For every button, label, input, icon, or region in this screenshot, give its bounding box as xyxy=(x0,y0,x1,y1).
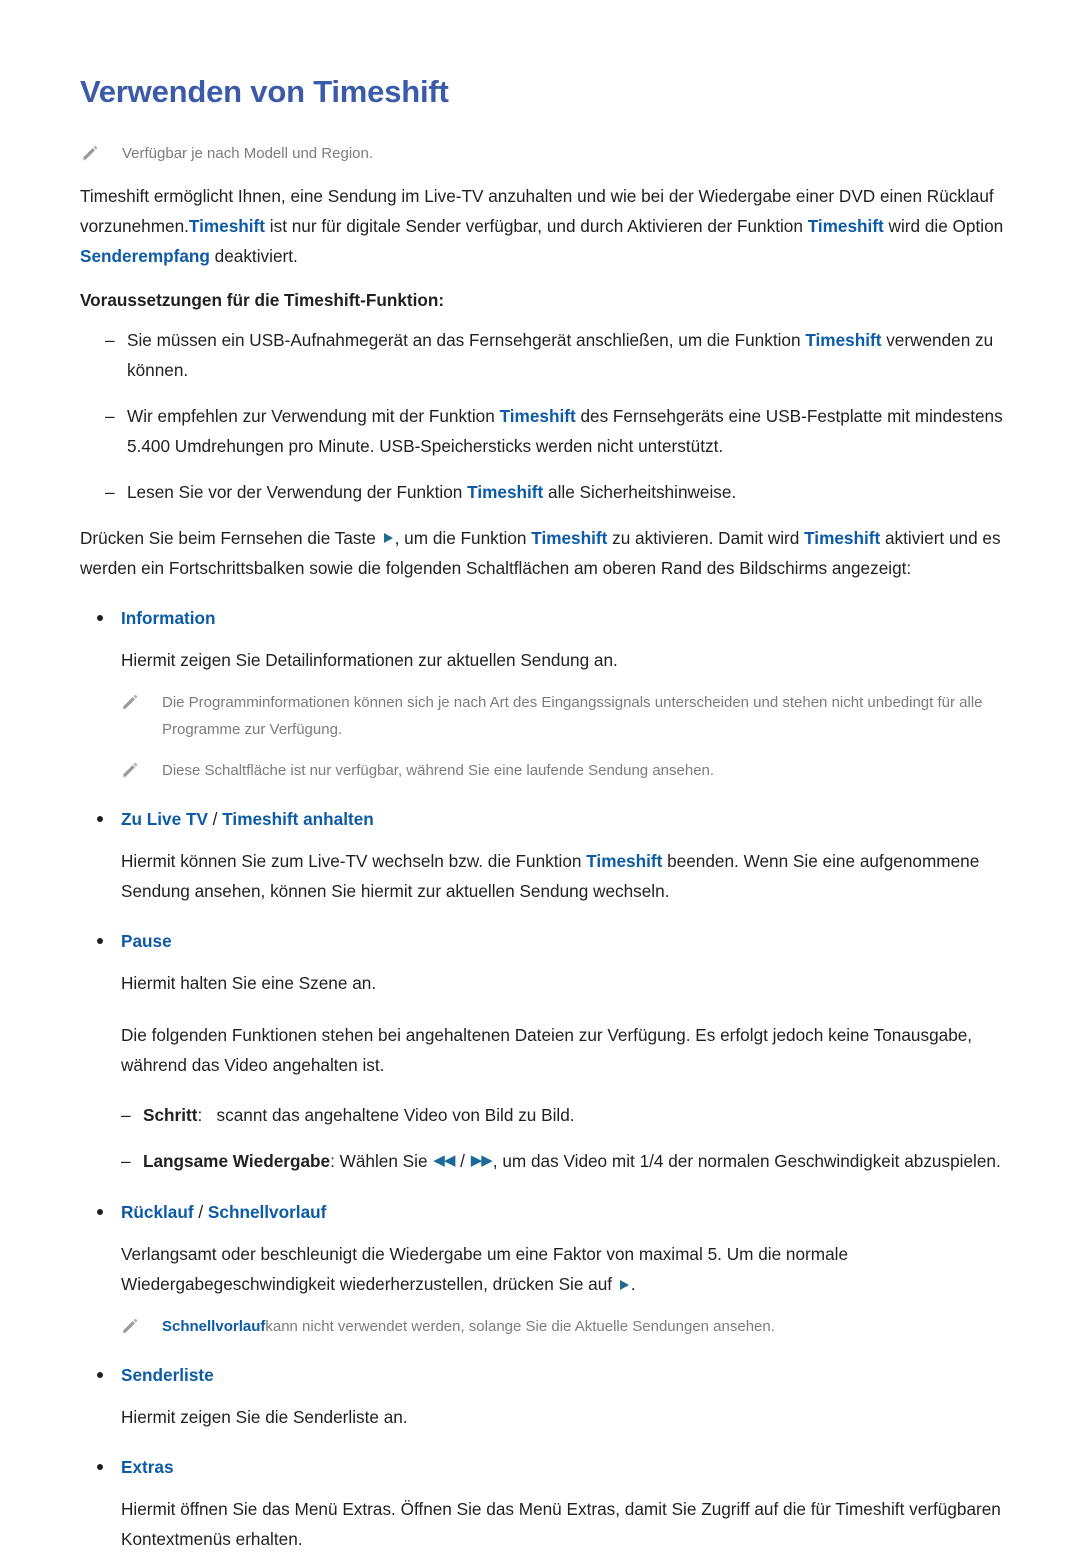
fast-forward-icon: ▶▶ xyxy=(470,1152,493,1170)
pause-subitem-schritt: – Schritt: scannt das angehaltene Video … xyxy=(80,1100,1028,1130)
section-label-senderliste: Senderliste xyxy=(121,1365,214,1386)
langsame-wiedergabe-label: Langsame Wiedergabe xyxy=(143,1150,331,1171)
activation-text-c: zu aktivieren. Damit wird xyxy=(607,527,805,548)
requirement-item-2: – Wir empfehlen zur Verwendung mit der F… xyxy=(80,401,1028,461)
zu-live-tv-body: Hiermit können Sie zum Live-TV wechseln … xyxy=(121,846,1028,906)
label-separator: / xyxy=(193,1202,208,1223)
section-heading-senderliste: Senderliste xyxy=(80,1360,1028,1390)
section-heading-pause: Pause xyxy=(80,926,1028,956)
ruecklauf-text-b: . xyxy=(630,1274,636,1295)
dash-marker: – xyxy=(121,1104,131,1125)
req3-b: alle Sicherheitshinweise. xyxy=(543,481,737,502)
section-heading-zu-live-tv: Zu Live TV / Timeshift anhalten xyxy=(80,804,1028,834)
term-senderempfang: Senderempfang xyxy=(80,245,210,266)
pause-subitem-langsame-wiedergabe-text: Langsame Wiedergabe: Wählen Sie ◀◀ / ▶▶,… xyxy=(143,1146,1001,1177)
dash-marker: – xyxy=(121,1150,131,1171)
section-heading-information: Information xyxy=(80,603,1028,633)
schritt-colon: : xyxy=(197,1104,203,1125)
req3-a: Lesen Sie vor der Verwendung der Funktio… xyxy=(127,481,468,502)
intro-paragraph: Timeshift ermöglicht Ihnen, eine Sendung… xyxy=(80,181,1028,271)
langsame-text-a: Wählen Sie xyxy=(334,1150,433,1171)
bullet-marker xyxy=(97,1197,121,1227)
pause-body-1: Hiermit halten Sie eine Szene an. xyxy=(121,972,377,993)
intro-text-b: ist nur für digitale Sender verfügbar, u… xyxy=(265,215,808,236)
term-timeshift: Timeshift xyxy=(467,481,544,502)
dash-marker: – xyxy=(105,405,115,426)
label-ruecklauf: Rücklauf xyxy=(121,1202,194,1223)
note-information-2: Diese Schaltfläche ist nur verfügbar, wä… xyxy=(120,757,1028,784)
term-timeshift: Timeshift xyxy=(188,215,266,236)
dash-marker: – xyxy=(105,481,115,502)
section-heading-extras: Extras xyxy=(80,1452,1028,1482)
section-label-pause: Pause xyxy=(121,930,172,951)
requirement-item-1: – Sie müssen ein USB-Aufnahmegerät an da… xyxy=(80,325,1028,385)
information-body: Hiermit zeigen Sie Detailinformationen z… xyxy=(121,649,618,670)
langsame-text-b: , um das Video mit 1/4 der normalen Gesc… xyxy=(492,1150,1001,1171)
section-heading-ruecklauf: Rücklauf / Schnellvorlauf xyxy=(80,1197,1028,1227)
term-timeshift: Timeshift xyxy=(531,527,608,548)
label-zu-live-tv: Zu Live TV xyxy=(121,808,208,829)
requirements-heading: Voraussetzungen für die Timeshift-Funkti… xyxy=(80,289,445,310)
note-availability: Verfügbar je nach Modell und Region. xyxy=(80,140,1028,167)
play-icon xyxy=(619,1279,629,1290)
schritt-label: Schritt xyxy=(143,1104,198,1125)
pause-subitem-schritt-text: Schritt: scannt das angehaltene Video vo… xyxy=(143,1100,575,1130)
section-label-zu-live-tv: Zu Live TV / Timeshift anhalten xyxy=(121,804,374,834)
senderliste-body: Hiermit zeigen Sie die Senderliste an. xyxy=(121,1407,408,1428)
note-schnellvorlauf: Schnellvorlaufkann nicht verwendet werde… xyxy=(120,1313,1028,1340)
bullet-marker xyxy=(97,804,121,834)
label-timeshift-anhalten: Timeshift anhalten xyxy=(222,808,374,829)
zu-live-tv-text-a: Hiermit können Sie zum Live-TV wechseln … xyxy=(121,850,587,871)
pencil-icon xyxy=(120,1313,148,1336)
requirement-item-3-text: Lesen Sie vor der Verwendung der Funktio… xyxy=(127,477,736,507)
activation-paragraph: Drücken Sie beim Fernsehen die Taste , u… xyxy=(80,523,1028,583)
intro-text-d: deaktiviert. xyxy=(209,245,298,266)
pencil-icon xyxy=(120,689,148,712)
activation-text-a: Drücken Sie beim Fernsehen die Taste xyxy=(80,527,381,548)
requirement-item-3: – Lesen Sie vor der Verwendung der Funkt… xyxy=(80,477,1028,507)
pause-body-2: Die folgenden Funktionen stehen bei ange… xyxy=(121,1024,973,1075)
bullet-marker xyxy=(97,926,121,956)
pencil-icon xyxy=(80,140,108,163)
rewind-icon: ◀◀ xyxy=(433,1152,455,1170)
label-separator: / xyxy=(207,808,223,829)
note-schnellvorlauf-rest: kann nicht verwendet werden, solange Sie… xyxy=(265,1318,775,1336)
requirement-item-1-text: Sie müssen ein USB-Aufnahmegerät an das … xyxy=(127,325,1028,385)
section-label-information: Information xyxy=(121,607,216,628)
section-label-extras: Extras xyxy=(121,1457,174,1478)
dash-marker: – xyxy=(105,329,115,350)
pencil-icon xyxy=(120,757,148,780)
icon-separator: / xyxy=(455,1150,470,1171)
term-timeshift: Timeshift xyxy=(499,405,576,426)
term-timeshift: Timeshift xyxy=(804,527,881,548)
document-page: Verwenden von Timeshift Verfügbar je nac… xyxy=(0,0,1080,1549)
note-schnellvorlauf-text: Schnellvorlaufkann nicht verwendet werde… xyxy=(162,1313,775,1340)
section-label-ruecklauf: Rücklauf / Schnellvorlauf xyxy=(121,1197,326,1227)
term-timeshift: Timeshift xyxy=(807,215,884,236)
play-icon xyxy=(383,533,393,544)
note-information-1-text: Die Programminformationen können sich je… xyxy=(162,693,983,738)
ruecklauf-text-a: Verlangsamt oder beschleunigt die Wieder… xyxy=(121,1244,849,1295)
pause-subitem-langsame-wiedergabe: – Langsame Wiedergabe: Wählen Sie ◀◀ / ▶… xyxy=(80,1146,1028,1177)
label-schnellvorlauf: Schnellvorlauf xyxy=(207,1202,327,1223)
note-information-1: Die Programminformationen können sich je… xyxy=(120,689,1028,743)
page-title: Verwenden von Timeshift xyxy=(80,74,449,109)
requirement-item-2-text: Wir empfehlen zur Verwendung mit der Fun… xyxy=(127,401,1028,461)
schritt-description: scannt das angehaltene Video von Bild zu… xyxy=(216,1104,575,1125)
req2-a: Wir empfehlen zur Verwendung mit der Fun… xyxy=(127,405,500,426)
bullet-marker xyxy=(97,1360,121,1390)
term-timeshift: Timeshift xyxy=(586,850,663,871)
bullet-marker xyxy=(97,603,121,633)
note-availability-text: Verfügbar je nach Modell und Region. xyxy=(122,144,374,162)
activation-text-b: , um die Funktion xyxy=(394,527,532,548)
req1-a: Sie müssen ein USB-Aufnahmegerät an das … xyxy=(127,329,806,350)
ruecklauf-body: Verlangsamt oder beschleunigt die Wieder… xyxy=(121,1239,1028,1299)
term-timeshift: Timeshift xyxy=(805,329,882,350)
bullet-marker xyxy=(97,1452,121,1482)
term-schnellvorlauf: Schnellvorlauf xyxy=(162,1318,266,1336)
intro-text-c: wird die Option xyxy=(883,215,1004,236)
extras-body: Hiermit öffnen Sie das Menü Extras. Öffn… xyxy=(121,1499,1001,1550)
note-information-2-text: Diese Schaltfläche ist nur verfügbar, wä… xyxy=(162,761,715,779)
